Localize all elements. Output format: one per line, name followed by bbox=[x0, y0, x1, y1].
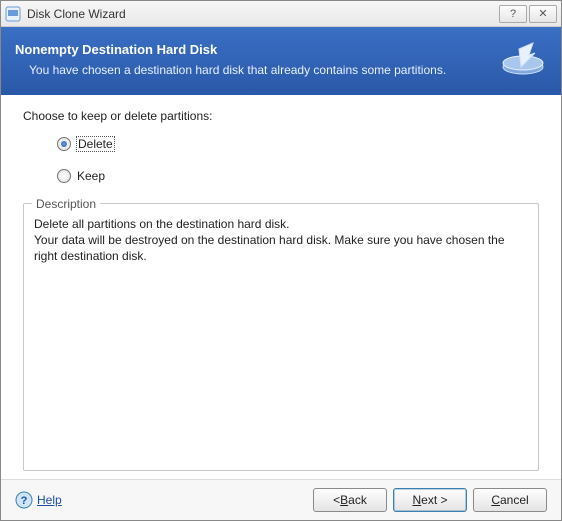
description-legend: Description bbox=[32, 196, 100, 212]
banner-title: Nonempty Destination Hard Disk bbox=[15, 42, 491, 57]
window-buttons: ? ✕ bbox=[499, 5, 557, 23]
description-group: Description Delete all partitions on the… bbox=[23, 203, 539, 471]
banner-subtitle: You have chosen a destination hard disk … bbox=[15, 63, 491, 77]
radio-delete[interactable] bbox=[57, 137, 71, 151]
radio-delete-row[interactable]: Delete bbox=[57, 137, 539, 151]
back-button[interactable]: < Back bbox=[313, 488, 387, 512]
app-icon bbox=[5, 6, 21, 22]
help-link[interactable]: Help bbox=[37, 493, 62, 507]
banner: Nonempty Destination Hard Disk You have … bbox=[1, 27, 561, 95]
help-icon: ? bbox=[15, 491, 33, 509]
wizard-window: Disk Clone Wizard ? ✕ Nonempty Destinati… bbox=[0, 0, 562, 521]
window-title: Disk Clone Wizard bbox=[27, 7, 499, 21]
disk-icon bbox=[499, 37, 547, 81]
titlebar: Disk Clone Wizard ? ✕ bbox=[1, 1, 561, 27]
footer: ? Help < Back Next > Cancel bbox=[1, 479, 561, 520]
content-area: Choose to keep or delete partitions: Del… bbox=[1, 95, 561, 479]
radio-delete-label[interactable]: Delete bbox=[77, 137, 114, 151]
next-button[interactable]: Next > bbox=[393, 488, 467, 512]
radio-keep-row[interactable]: Keep bbox=[57, 169, 539, 183]
help-button[interactable]: ? bbox=[499, 5, 527, 23]
prompt-text: Choose to keep or delete partitions: bbox=[23, 109, 539, 123]
cancel-button[interactable]: Cancel bbox=[473, 488, 547, 512]
close-button[interactable]: ✕ bbox=[529, 5, 557, 23]
description-line2: Your data will be destroyed on the desti… bbox=[34, 232, 528, 264]
help-area: ? Help bbox=[15, 491, 307, 509]
radio-keep-label[interactable]: Keep bbox=[77, 169, 105, 183]
banner-text: Nonempty Destination Hard Disk You have … bbox=[15, 42, 491, 77]
description-line1: Delete all partitions on the destination… bbox=[34, 216, 528, 232]
radio-keep[interactable] bbox=[57, 169, 71, 183]
svg-text:?: ? bbox=[21, 495, 28, 507]
